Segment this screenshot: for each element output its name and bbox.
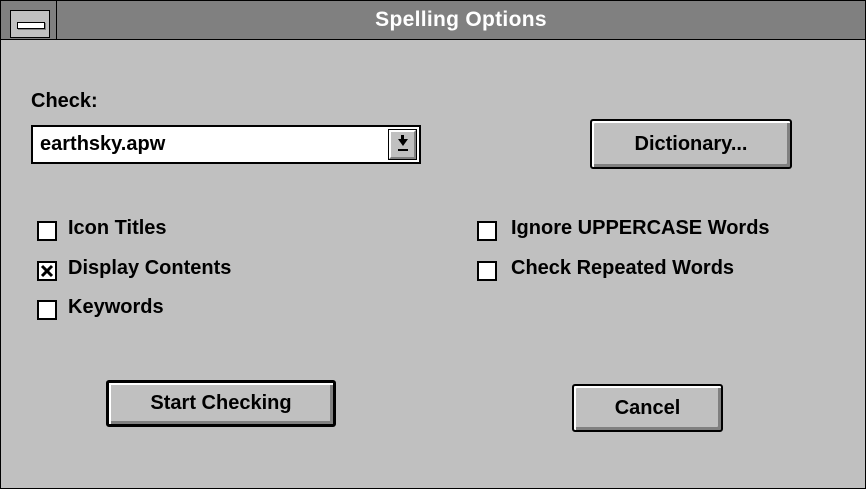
display-contents-checkbox[interactable] [37, 261, 57, 281]
dialog-title: Spelling Options [375, 8, 547, 31]
check-dropdown[interactable]: earthsky.apw [31, 125, 421, 164]
icon-titles-label[interactable]: Icon Titles [68, 217, 167, 240]
start-checking-button[interactable]: Start Checking [106, 380, 336, 427]
cancel-button-label: Cancel [614, 397, 681, 419]
start-checking-button-label: Start Checking [150, 392, 292, 414]
display-contents-label[interactable]: Display Contents [68, 257, 231, 280]
title-bar[interactable]: Spelling Options [1, 1, 865, 40]
icon-titles-checkbox[interactable] [37, 221, 57, 241]
x-mark-icon [40, 264, 54, 278]
cancel-button[interactable]: Cancel [572, 384, 723, 432]
keywords-checkbox[interactable] [37, 300, 57, 320]
dictionary-button[interactable]: Dictionary... [590, 119, 792, 169]
dictionary-button-label: Dictionary... [634, 133, 748, 155]
system-menu-icon[interactable] [10, 10, 50, 38]
check-repeated-label[interactable]: Check Repeated Words [511, 257, 734, 280]
ignore-uppercase-checkbox[interactable] [477, 221, 497, 241]
ignore-uppercase-label[interactable]: Ignore UPPERCASE Words [511, 217, 770, 240]
keywords-label[interactable]: Keywords [68, 296, 164, 319]
dropdown-arrow-head [398, 139, 408, 146]
check-label: Check: [31, 90, 98, 112]
spelling-options-dialog: Spelling Options Check: earthsky.apw Dic… [0, 0, 866, 489]
dropdown-arrow-icon[interactable] [388, 129, 417, 160]
system-menu-bar-glyph [17, 22, 45, 29]
check-repeated-checkbox[interactable] [477, 261, 497, 281]
check-dropdown-value: earthsky.apw [40, 133, 166, 155]
dropdown-arrow-underline [398, 149, 408, 151]
